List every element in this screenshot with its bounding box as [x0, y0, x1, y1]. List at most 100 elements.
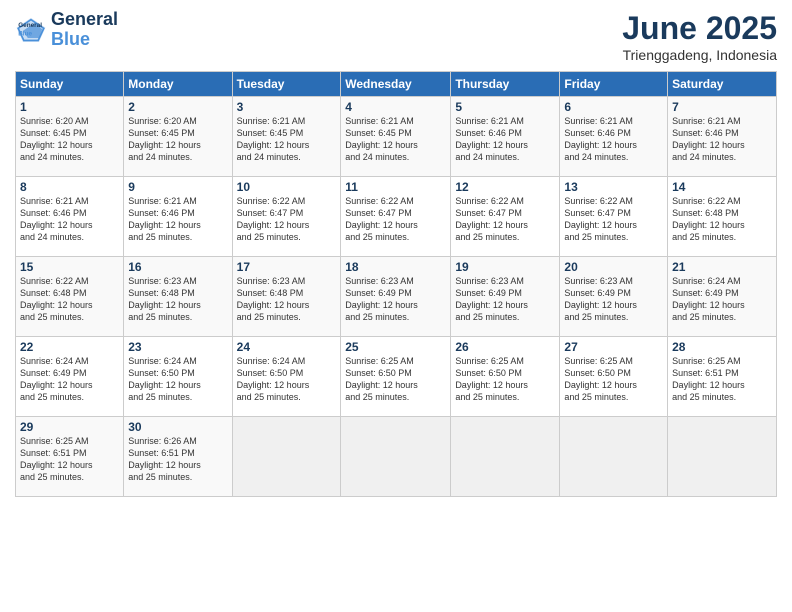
- day-number: 21: [672, 260, 772, 274]
- table-row: 15 Sunrise: 6:22 AMSunset: 6:48 PMDaylig…: [16, 257, 124, 337]
- table-row: 16 Sunrise: 6:23 AMSunset: 6:48 PMDaylig…: [124, 257, 232, 337]
- header: General Blue GeneralBlue June 2025 Trien…: [15, 10, 777, 63]
- col-thursday: Thursday: [451, 72, 560, 97]
- day-info: Sunrise: 6:23 AMSunset: 6:49 PMDaylight:…: [345, 275, 446, 324]
- table-row: 5 Sunrise: 6:21 AMSunset: 6:46 PMDayligh…: [451, 97, 560, 177]
- day-info: Sunrise: 6:21 AMSunset: 6:46 PMDaylight:…: [672, 115, 772, 164]
- day-number: 27: [564, 340, 663, 354]
- day-number: 9: [128, 180, 227, 194]
- day-number: 10: [237, 180, 337, 194]
- day-info: Sunrise: 6:22 AMSunset: 6:47 PMDaylight:…: [237, 195, 337, 244]
- table-row: 19 Sunrise: 6:23 AMSunset: 6:49 PMDaylig…: [451, 257, 560, 337]
- table-row: [341, 417, 451, 497]
- day-number: 6: [564, 100, 663, 114]
- col-wednesday: Wednesday: [341, 72, 451, 97]
- table-row: 21 Sunrise: 6:24 AMSunset: 6:49 PMDaylig…: [668, 257, 777, 337]
- day-info: Sunrise: 6:21 AMSunset: 6:46 PMDaylight:…: [128, 195, 227, 244]
- day-number: 2: [128, 100, 227, 114]
- day-number: 17: [237, 260, 337, 274]
- svg-text:General: General: [18, 22, 42, 29]
- day-info: Sunrise: 6:26 AMSunset: 6:51 PMDaylight:…: [128, 435, 227, 484]
- day-info: Sunrise: 6:24 AMSunset: 6:49 PMDaylight:…: [672, 275, 772, 324]
- day-number: 23: [128, 340, 227, 354]
- day-info: Sunrise: 6:21 AMSunset: 6:46 PMDaylight:…: [564, 115, 663, 164]
- day-info: Sunrise: 6:25 AMSunset: 6:51 PMDaylight:…: [672, 355, 772, 404]
- col-saturday: Saturday: [668, 72, 777, 97]
- table-row: 11 Sunrise: 6:22 AMSunset: 6:47 PMDaylig…: [341, 177, 451, 257]
- day-number: 19: [455, 260, 555, 274]
- month-title: June 2025: [622, 10, 777, 47]
- day-number: 7: [672, 100, 772, 114]
- day-info: Sunrise: 6:25 AMSunset: 6:50 PMDaylight:…: [564, 355, 663, 404]
- day-info: Sunrise: 6:24 AMSunset: 6:50 PMDaylight:…: [237, 355, 337, 404]
- title-block: June 2025 Trienggadeng, Indonesia: [622, 10, 777, 63]
- table-row: [668, 417, 777, 497]
- table-row: 17 Sunrise: 6:23 AMSunset: 6:48 PMDaylig…: [232, 257, 341, 337]
- table-row: 27 Sunrise: 6:25 AMSunset: 6:50 PMDaylig…: [560, 337, 668, 417]
- day-number: 29: [20, 420, 119, 434]
- table-row: 2 Sunrise: 6:20 AMSunset: 6:45 PMDayligh…: [124, 97, 232, 177]
- day-info: Sunrise: 6:25 AMSunset: 6:50 PMDaylight:…: [345, 355, 446, 404]
- day-number: 25: [345, 340, 446, 354]
- day-number: 14: [672, 180, 772, 194]
- day-info: Sunrise: 6:22 AMSunset: 6:47 PMDaylight:…: [455, 195, 555, 244]
- day-number: 22: [20, 340, 119, 354]
- table-row: 18 Sunrise: 6:23 AMSunset: 6:49 PMDaylig…: [341, 257, 451, 337]
- table-row: 22 Sunrise: 6:24 AMSunset: 6:49 PMDaylig…: [16, 337, 124, 417]
- day-number: 13: [564, 180, 663, 194]
- day-info: Sunrise: 6:21 AMSunset: 6:45 PMDaylight:…: [237, 115, 337, 164]
- day-number: 24: [237, 340, 337, 354]
- day-info: Sunrise: 6:22 AMSunset: 6:48 PMDaylight:…: [672, 195, 772, 244]
- table-row: [560, 417, 668, 497]
- table-row: 6 Sunrise: 6:21 AMSunset: 6:46 PMDayligh…: [560, 97, 668, 177]
- day-info: Sunrise: 6:21 AMSunset: 6:46 PMDaylight:…: [20, 195, 119, 244]
- day-info: Sunrise: 6:20 AMSunset: 6:45 PMDaylight:…: [128, 115, 227, 164]
- table-row: 8 Sunrise: 6:21 AMSunset: 6:46 PMDayligh…: [16, 177, 124, 257]
- table-row: 25 Sunrise: 6:25 AMSunset: 6:50 PMDaylig…: [341, 337, 451, 417]
- day-info: Sunrise: 6:23 AMSunset: 6:48 PMDaylight:…: [128, 275, 227, 324]
- day-info: Sunrise: 6:23 AMSunset: 6:48 PMDaylight:…: [237, 275, 337, 324]
- day-number: 5: [455, 100, 555, 114]
- table-row: 30 Sunrise: 6:26 AMSunset: 6:51 PMDaylig…: [124, 417, 232, 497]
- day-info: Sunrise: 6:23 AMSunset: 6:49 PMDaylight:…: [455, 275, 555, 324]
- day-info: Sunrise: 6:24 AMSunset: 6:50 PMDaylight:…: [128, 355, 227, 404]
- col-monday: Monday: [124, 72, 232, 97]
- day-number: 26: [455, 340, 555, 354]
- day-number: 12: [455, 180, 555, 194]
- table-row: 24 Sunrise: 6:24 AMSunset: 6:50 PMDaylig…: [232, 337, 341, 417]
- day-number: 28: [672, 340, 772, 354]
- day-number: 1: [20, 100, 119, 114]
- col-sunday: Sunday: [16, 72, 124, 97]
- day-info: Sunrise: 6:25 AMSunset: 6:51 PMDaylight:…: [20, 435, 119, 484]
- day-info: Sunrise: 6:21 AMSunset: 6:45 PMDaylight:…: [345, 115, 446, 164]
- day-info: Sunrise: 6:23 AMSunset: 6:49 PMDaylight:…: [564, 275, 663, 324]
- col-friday: Friday: [560, 72, 668, 97]
- logo: General Blue GeneralBlue: [15, 10, 118, 50]
- table-row: 12 Sunrise: 6:22 AMSunset: 6:47 PMDaylig…: [451, 177, 560, 257]
- logo-text: GeneralBlue: [51, 10, 118, 50]
- table-row: 20 Sunrise: 6:23 AMSunset: 6:49 PMDaylig…: [560, 257, 668, 337]
- day-number: 15: [20, 260, 119, 274]
- day-number: 11: [345, 180, 446, 194]
- day-info: Sunrise: 6:21 AMSunset: 6:46 PMDaylight:…: [455, 115, 555, 164]
- table-row: 9 Sunrise: 6:21 AMSunset: 6:46 PMDayligh…: [124, 177, 232, 257]
- day-number: 18: [345, 260, 446, 274]
- day-number: 30: [128, 420, 227, 434]
- day-info: Sunrise: 6:24 AMSunset: 6:49 PMDaylight:…: [20, 355, 119, 404]
- table-row: 26 Sunrise: 6:25 AMSunset: 6:50 PMDaylig…: [451, 337, 560, 417]
- day-info: Sunrise: 6:22 AMSunset: 6:48 PMDaylight:…: [20, 275, 119, 324]
- table-row: 1 Sunrise: 6:20 AMSunset: 6:45 PMDayligh…: [16, 97, 124, 177]
- day-info: Sunrise: 6:22 AMSunset: 6:47 PMDaylight:…: [345, 195, 446, 244]
- table-row: 23 Sunrise: 6:24 AMSunset: 6:50 PMDaylig…: [124, 337, 232, 417]
- day-number: 16: [128, 260, 227, 274]
- day-info: Sunrise: 6:25 AMSunset: 6:50 PMDaylight:…: [455, 355, 555, 404]
- table-row: 7 Sunrise: 6:21 AMSunset: 6:46 PMDayligh…: [668, 97, 777, 177]
- location: Trienggadeng, Indonesia: [622, 47, 777, 63]
- svg-text:Blue: Blue: [18, 30, 32, 37]
- day-info: Sunrise: 6:20 AMSunset: 6:45 PMDaylight:…: [20, 115, 119, 164]
- day-number: 4: [345, 100, 446, 114]
- table-row: 13 Sunrise: 6:22 AMSunset: 6:47 PMDaylig…: [560, 177, 668, 257]
- table-row: 29 Sunrise: 6:25 AMSunset: 6:51 PMDaylig…: [16, 417, 124, 497]
- table-row: 14 Sunrise: 6:22 AMSunset: 6:48 PMDaylig…: [668, 177, 777, 257]
- table-row: 4 Sunrise: 6:21 AMSunset: 6:45 PMDayligh…: [341, 97, 451, 177]
